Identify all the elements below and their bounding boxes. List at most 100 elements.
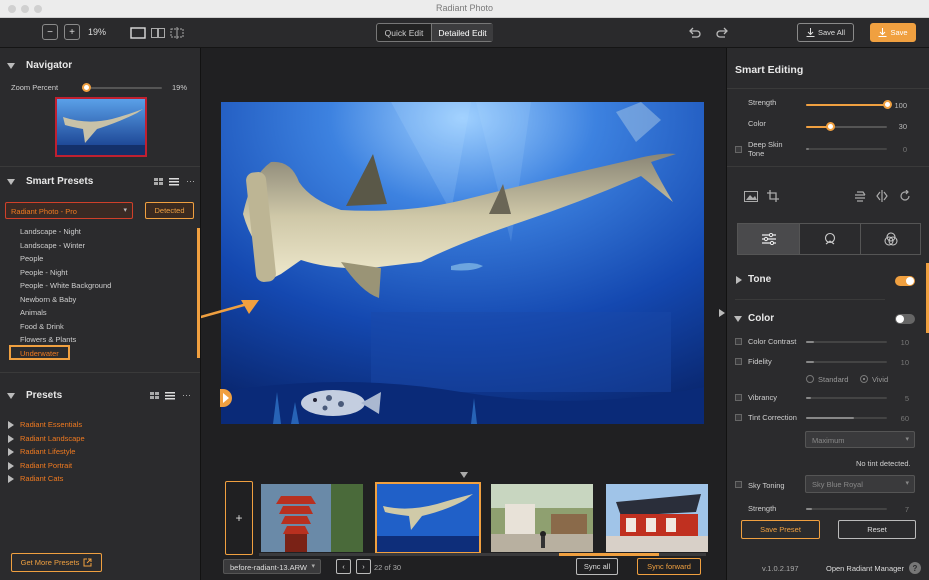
deep-skin-slider[interactable] — [806, 148, 887, 150]
flip-vertical-icon[interactable] — [854, 191, 866, 202]
detected-button[interactable]: Detected — [145, 202, 194, 219]
vivid-radio[interactable] — [860, 375, 868, 383]
color-contrast-checkbox[interactable] — [735, 338, 742, 345]
smart-preset-dropdown[interactable]: Radiant Photo - Pro ▾ — [5, 202, 133, 219]
smart-preset-item[interactable]: Food & Drink — [20, 322, 64, 331]
sky-toning-dropdown[interactable]: Sky Blue Royal ▾ — [805, 475, 915, 493]
color-slider[interactable] — [806, 122, 887, 131]
tone-toggle[interactable] — [895, 276, 915, 286]
crop-icon[interactable] — [767, 190, 779, 202]
tab-portrait[interactable] — [799, 224, 860, 254]
more-options-icon[interactable]: ··· — [182, 390, 191, 400]
save-preset-button[interactable]: Save Preset — [741, 520, 820, 539]
preset-group-item[interactable]: Radiant Landscape — [20, 434, 85, 443]
fidelity-checkbox[interactable] — [735, 358, 742, 365]
smart-preset-item[interactable]: People - White Background — [20, 281, 111, 290]
zoom-in-button[interactable]: + — [64, 24, 80, 40]
tone-toggle-knob — [906, 277, 914, 285]
zoom-out-button[interactable]: − — [42, 24, 58, 40]
tint-correction-slider[interactable] — [806, 417, 887, 419]
sync-forward-button[interactable]: Sync forward — [637, 558, 701, 575]
collapse-color-icon[interactable] — [734, 316, 742, 322]
vibrancy-slider[interactable] — [806, 397, 887, 399]
filmstrip-thumb-2-selected[interactable] — [375, 482, 481, 554]
filmstrip-toggle-icon[interactable] — [460, 472, 468, 478]
filmstrip-thumb-3[interactable] — [491, 484, 593, 552]
expand-preset-group-icon[interactable] — [8, 448, 14, 456]
sky-strength-slider[interactable] — [806, 508, 887, 510]
redo-icon[interactable] — [716, 27, 729, 39]
add-image-button[interactable]: + — [225, 481, 253, 555]
collapse-smart-presets-icon[interactable] — [7, 179, 15, 185]
collapse-right-panel-icon[interactable] — [719, 309, 725, 317]
smart-preset-item[interactable]: Landscape - Night — [20, 227, 81, 236]
strength-slider[interactable] — [806, 100, 892, 109]
preset-group-item[interactable]: Radiant Portrait — [20, 461, 72, 470]
help-icon[interactable]: ? — [909, 562, 921, 574]
shrine-thumbnail — [606, 484, 708, 552]
sky-toning-checkbox[interactable] — [735, 481, 742, 488]
single-view-icon[interactable] — [130, 27, 146, 39]
color-slider-handle[interactable] — [826, 122, 836, 131]
vibrancy-checkbox[interactable] — [735, 394, 742, 401]
filmstrip-scroll-thumb[interactable] — [559, 553, 659, 556]
color-toggle[interactable] — [895, 314, 915, 324]
previous-image-button[interactable]: ‹ — [336, 559, 351, 574]
tone-title: Tone — [748, 274, 772, 285]
flip-horizontal-icon[interactable] — [876, 190, 888, 202]
smart-preset-item[interactable]: People — [20, 254, 43, 263]
expand-preset-group-icon[interactable] — [8, 475, 14, 483]
sync-all-button[interactable]: Sync all — [576, 558, 618, 575]
smart-presets-scrollbar[interactable] — [197, 228, 200, 358]
smart-preset-item[interactable]: Newborn & Baby — [20, 295, 76, 304]
deep-skin-tone-checkbox[interactable] — [735, 146, 742, 153]
list-view-icon[interactable] — [169, 178, 179, 186]
collapse-navigator-icon[interactable] — [7, 63, 15, 69]
zoom-percent-slider[interactable] — [82, 83, 162, 92]
tab-adjustments[interactable] — [738, 224, 799, 254]
filename-dropdown[interactable]: before-radiant-13.ARW ▾ — [223, 559, 321, 574]
split-view-icon[interactable] — [151, 28, 165, 38]
smart-preset-item[interactable]: Animals — [20, 308, 47, 317]
undo-icon[interactable] — [688, 27, 701, 39]
expand-preset-group-icon[interactable] — [8, 421, 14, 429]
collapse-presets-icon[interactable] — [7, 393, 15, 399]
tab-detailed-edit[interactable]: Detailed Edit — [431, 24, 493, 41]
save-button[interactable]: Save — [870, 23, 916, 42]
tint-dropdown[interactable]: Maximum ▾ — [805, 431, 915, 448]
grid-view-icon[interactable] — [150, 392, 160, 400]
grid-view-icon[interactable] — [154, 178, 164, 186]
standard-radio[interactable] — [806, 375, 814, 383]
color-contrast-slider[interactable] — [806, 341, 887, 343]
list-view-icon[interactable] — [165, 392, 175, 400]
smart-preset-item-underwater[interactable]: Underwater — [9, 345, 70, 360]
get-more-presets-button[interactable]: Get More Presets — [11, 553, 102, 572]
open-radiant-manager-link[interactable]: Open Radiant Manager — [826, 564, 904, 573]
tint-correction-checkbox[interactable] — [735, 414, 742, 421]
fidelity-slider[interactable] — [806, 361, 887, 363]
rotate-icon[interactable] — [899, 190, 911, 202]
navigator-preview[interactable] — [55, 97, 147, 157]
reset-button[interactable]: Reset — [838, 520, 916, 539]
expand-preset-group-icon[interactable] — [8, 461, 14, 470]
smart-preset-item[interactable]: Landscape - Winter — [20, 241, 85, 250]
more-options-icon[interactable]: ··· — [186, 176, 195, 186]
next-image-button[interactable]: › — [356, 559, 371, 574]
save-all-button[interactable]: Save All — [797, 23, 854, 42]
expand-tone-icon[interactable] — [736, 276, 742, 284]
filmstrip-thumb-1[interactable] — [261, 484, 363, 552]
tab-quick-edit[interactable]: Quick Edit — [377, 24, 431, 41]
smart-preset-item[interactable]: People - Night — [20, 268, 68, 277]
compare-view-icon[interactable] — [169, 27, 185, 39]
expand-preset-group-icon[interactable] — [8, 434, 14, 443]
image-icon[interactable] — [744, 191, 758, 202]
filmstrip-thumb-4[interactable] — [606, 484, 708, 552]
preset-group-item[interactable]: Radiant Cats — [20, 474, 63, 483]
preset-group-item[interactable]: Radiant Essentials — [20, 420, 82, 429]
zoom-slider-handle[interactable] — [82, 83, 91, 92]
smart-preset-item[interactable]: Flowers & Plants — [20, 335, 76, 344]
tab-color[interactable] — [860, 224, 921, 254]
color-label: Color — [748, 119, 766, 128]
filmstrip-scrollbar[interactable] — [259, 553, 706, 556]
preset-group-item[interactable]: Radiant Lifestyle — [20, 447, 75, 456]
